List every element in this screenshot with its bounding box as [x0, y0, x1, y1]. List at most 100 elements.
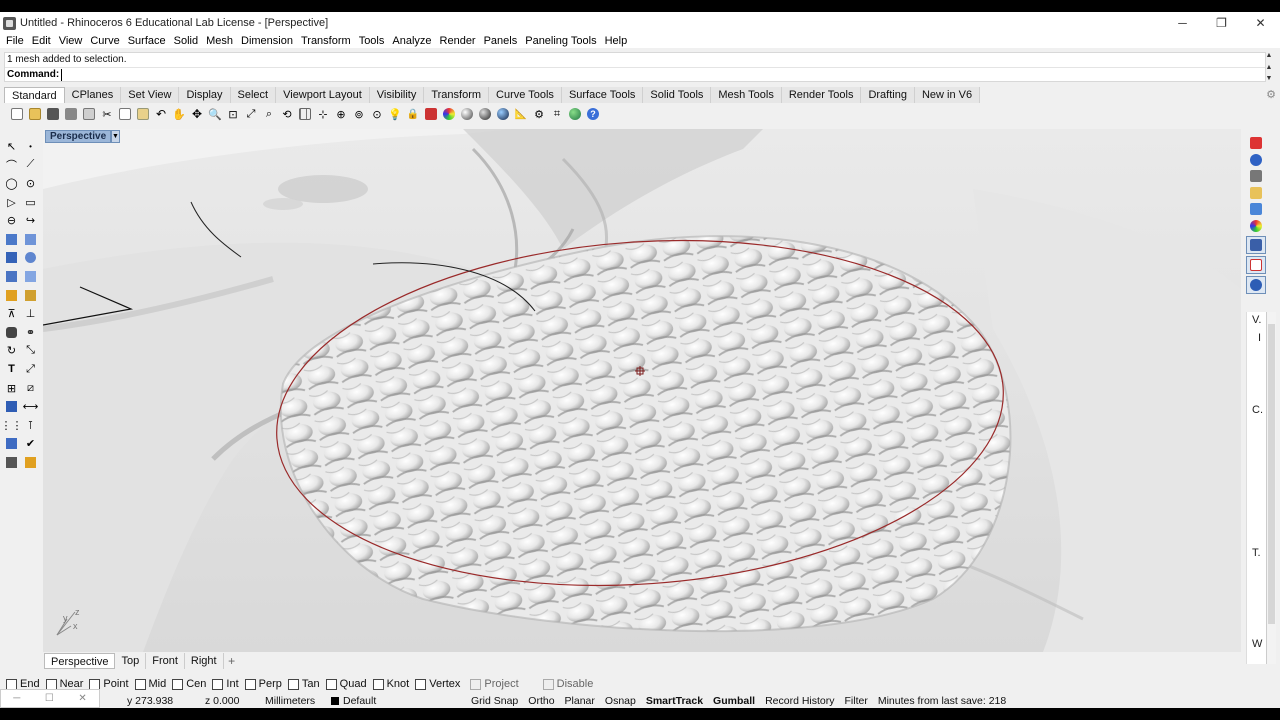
osnap-cen[interactable]: Cen	[172, 678, 206, 690]
viewport-tab-right[interactable]: Right	[185, 653, 224, 669]
checkbox[interactable]	[542, 678, 554, 690]
checkbox[interactable]	[372, 678, 384, 690]
menu-solid[interactable]: Solid	[170, 34, 202, 48]
new-file-icon[interactable]	[8, 106, 26, 122]
status-osnap[interactable]: Osnap	[600, 695, 641, 707]
tab-solid-tools[interactable]: Solid Tools	[643, 87, 712, 103]
osnap-knot[interactable]: Knot	[372, 678, 409, 690]
osnap-int[interactable]: Int	[212, 678, 239, 690]
menu-panels[interactable]: Panels	[480, 34, 522, 48]
osnap-quad[interactable]: Quad	[325, 678, 367, 690]
analyze-icon[interactable]	[2, 435, 21, 453]
mesh-icon[interactable]	[2, 267, 21, 285]
scroll-up-icon[interactable]: ▲	[1266, 52, 1273, 59]
rendered-sphere-icon[interactable]	[476, 106, 494, 122]
zoom-window-icon[interactable]: ⊡	[224, 106, 242, 122]
status-smarttrack[interactable]: SmartTrack	[641, 695, 708, 707]
print-icon[interactable]	[62, 106, 80, 122]
tab-transform[interactable]: Transform	[424, 87, 490, 103]
osnap-project[interactable]: Project	[470, 678, 519, 690]
perspective-viewport[interactable]: x y z Perspective ▼	[43, 129, 1241, 652]
lock-icon[interactable]: 🔒	[404, 106, 422, 122]
checkbox[interactable]	[415, 678, 427, 690]
tab-set-view[interactable]: Set View	[121, 87, 180, 103]
four-viewports-icon[interactable]	[296, 106, 314, 122]
align-icon[interactable]: ⊥	[21, 305, 40, 323]
undo-icon[interactable]: ↶	[152, 106, 170, 122]
undo-view-icon[interactable]: ⟲	[278, 106, 296, 122]
menu-paneling-tools[interactable]: Paneling Tools	[521, 34, 600, 48]
point-icon[interactable]: •	[21, 137, 40, 155]
move-icon[interactable]: ⤢	[21, 360, 40, 378]
fillet-icon[interactable]	[2, 323, 21, 341]
tab-new-in-v6[interactable]: New in V6	[914, 87, 981, 103]
pen-icon[interactable]	[21, 286, 40, 304]
select-icon[interactable]: ⊙	[368, 106, 386, 122]
copy-icon[interactable]	[116, 106, 134, 122]
viewport-title[interactable]: Perspective	[45, 130, 112, 143]
object-origin-marker[interactable]	[635, 366, 645, 376]
polyline-icon[interactable]: ⌒	[2, 156, 21, 174]
osnap-icon[interactable]: ⊚	[350, 106, 368, 122]
grid-snap-icon[interactable]: ⊕	[332, 106, 350, 122]
tab-curve-tools[interactable]: Curve Tools	[489, 87, 562, 103]
gumball-icon[interactable]: ⊺	[21, 416, 40, 434]
checkbox[interactable]	[244, 678, 256, 690]
status-grid-snap[interactable]: Grid Snap	[466, 695, 523, 707]
save-icon[interactable]	[44, 106, 62, 122]
circle-icon[interactable]: ◯	[2, 174, 21, 192]
blend-icon[interactable]: ⚭	[21, 323, 40, 341]
boolean-icon[interactable]	[21, 249, 40, 267]
menu-view[interactable]: View	[55, 34, 87, 48]
scroll-down-icon[interactable]: ▼	[1266, 75, 1273, 82]
checkbox[interactable]	[470, 678, 482, 690]
ellipse-icon[interactable]: ⊙	[21, 174, 40, 192]
status-gumball[interactable]: Gumball	[708, 695, 760, 707]
osnap-vertex[interactable]: Vertex	[415, 678, 460, 690]
help-icon[interactable]: ?	[584, 106, 602, 122]
color-wheel-icon[interactable]	[1246, 218, 1266, 235]
tab-render-tools[interactable]: Render Tools	[781, 87, 862, 103]
tab-display[interactable]: Display	[179, 87, 231, 103]
menu-help[interactable]: Help	[601, 34, 632, 48]
status-units[interactable]: Millimeters	[260, 695, 326, 707]
line-icon[interactable]: ⟋	[21, 156, 40, 174]
solid-icon[interactable]	[2, 398, 21, 416]
osnap-mid[interactable]: Mid	[134, 678, 166, 690]
zoom-selected-icon[interactable]: ⌕	[260, 106, 278, 122]
array-icon[interactable]: ⊞	[2, 379, 21, 397]
tab-cplanes[interactable]: CPlanes	[64, 87, 122, 103]
material-sphere-icon[interactable]	[494, 106, 512, 122]
menu-file[interactable]: File	[2, 34, 28, 48]
pan-icon[interactable]: ✋	[170, 106, 188, 122]
box-icon[interactable]	[2, 249, 21, 267]
dim-icon[interactable]: ⟷	[21, 398, 40, 416]
layers-icon[interactable]	[1246, 135, 1266, 152]
cut-icon[interactable]: ✂	[98, 106, 116, 122]
rectangle-icon[interactable]: ▭	[21, 193, 40, 211]
menu-dimension[interactable]: Dimension	[237, 34, 297, 48]
viewport-tab-top[interactable]: Top	[115, 653, 147, 669]
camera-icon[interactable]	[1246, 236, 1266, 254]
close-button[interactable]: ✕	[1241, 12, 1280, 34]
menu-tools[interactable]: Tools	[355, 34, 389, 48]
checkbox[interactable]	[45, 678, 57, 690]
rotate-icon[interactable]: ↻	[2, 342, 21, 360]
status-ortho[interactable]: Ortho	[523, 695, 559, 707]
options-icon[interactable]: ⚙	[530, 106, 548, 122]
menu-analyze[interactable]: Analyze	[388, 34, 435, 48]
checkbox[interactable]	[325, 678, 337, 690]
command-input[interactable]	[61, 68, 362, 81]
checkbox[interactable]	[212, 678, 224, 690]
checkbox[interactable]	[134, 678, 146, 690]
viewport-tab-perspective[interactable]: Perspective	[44, 653, 116, 669]
tab-standard[interactable]: Standard	[4, 87, 65, 103]
globe-icon[interactable]	[566, 106, 584, 122]
render-icon[interactable]	[2, 286, 21, 304]
select-arrow-icon[interactable]: ↖	[2, 137, 21, 155]
command-scrollbar[interactable]: ▲ ▲ ▼	[1264, 52, 1274, 82]
snapshot-icon[interactable]: ⌗	[548, 106, 566, 122]
shaded-sphere-icon[interactable]	[458, 106, 476, 122]
checkbox[interactable]	[172, 678, 184, 690]
scroll-thumb[interactable]	[1268, 324, 1275, 624]
